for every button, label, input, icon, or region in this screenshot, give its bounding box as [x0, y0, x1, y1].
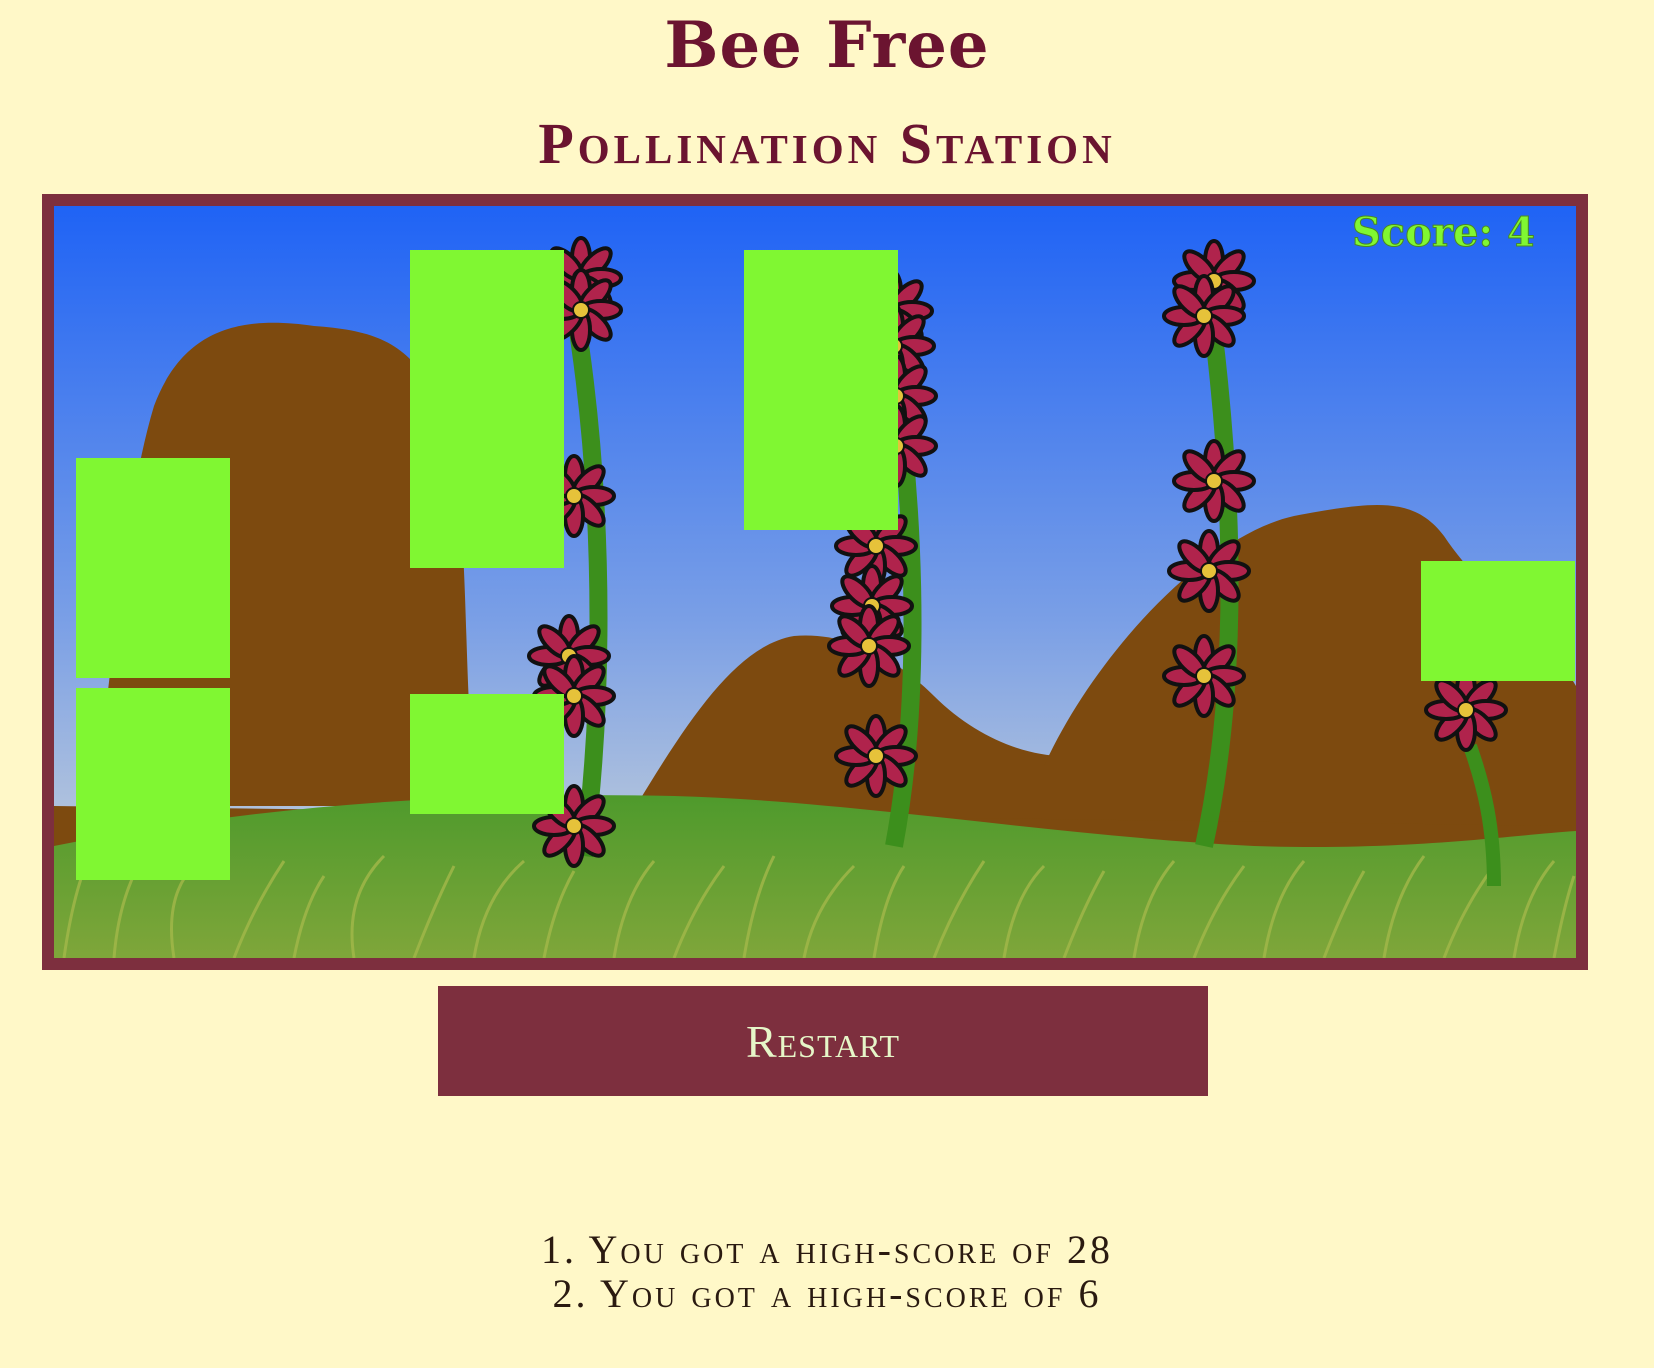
obstacle-block	[744, 250, 898, 530]
flower	[1424, 668, 1508, 752]
obstacle-block	[1421, 561, 1575, 681]
obstacle-block	[410, 250, 564, 568]
flower	[827, 604, 911, 688]
flower	[834, 714, 918, 798]
high-score-list: 1. You got a high-score of 28 2. You got…	[0, 1228, 1654, 1316]
flower	[1162, 274, 1246, 358]
restart-button[interactable]: Restart	[438, 986, 1208, 1096]
high-score-entry: 1. You got a high-score of 28	[541, 1227, 1113, 1272]
obstacle-block	[76, 458, 230, 678]
game-frame: Score: 4	[42, 194, 1588, 970]
flower	[1167, 529, 1251, 613]
game-subtitle: Pollination Station	[538, 111, 1116, 176]
high-score-entry: 2. You got a high-score of 6	[552, 1271, 1102, 1316]
obstacle-block	[410, 694, 564, 814]
game-canvas[interactable]: Score: 4	[54, 206, 1576, 958]
flower	[1162, 634, 1246, 718]
game-title: Bee Free	[664, 8, 990, 83]
obstacle-block	[76, 688, 230, 880]
flower	[1172, 439, 1256, 523]
score-display: Score: 4	[1352, 209, 1535, 256]
